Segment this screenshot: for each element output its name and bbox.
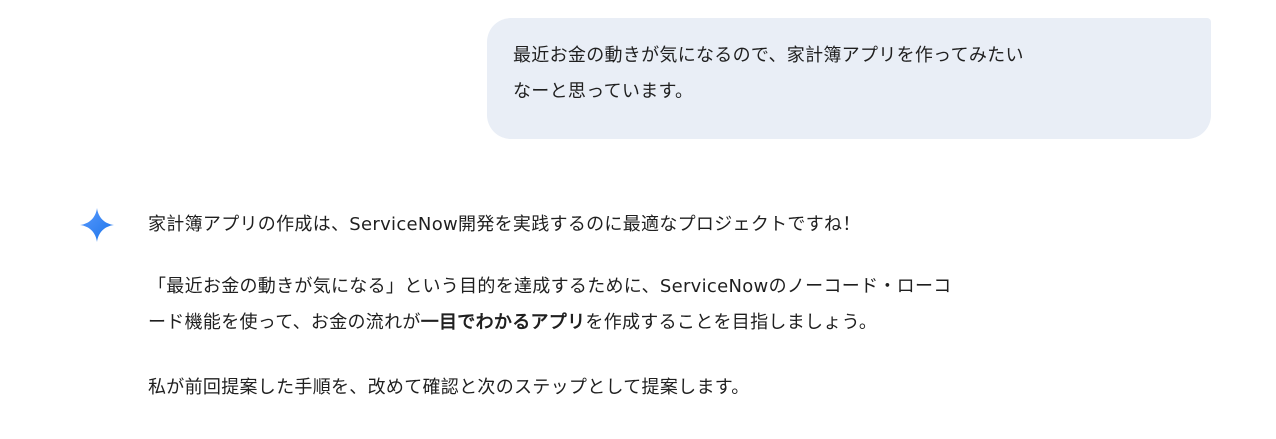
user-message-text: 最近お金の動きが気になるので、家計簿アプリを作ってみたい なーと思っています。	[513, 38, 1185, 110]
response-paragraph-2-line-1: 「最近お金の動きが気になる」という目的を達成するために、ServiceNowのノ…	[148, 276, 952, 297]
user-message-line-1: 最近お金の動きが気になるので、家計簿アプリを作ってみたい	[513, 45, 1024, 66]
gemini-sparkle-icon	[80, 208, 114, 242]
response-paragraph-3: 私が前回提案した手順を、改めて確認と次のステップとして提案します。	[148, 377, 750, 398]
user-message-bubble: 最近お金の動きが気になるので、家計簿アプリを作ってみたい なーと思っています。	[487, 18, 1211, 139]
chat-conversation: 最近お金の動きが気になるので、家計簿アプリを作ってみたい なーと思っています。 …	[0, 0, 1276, 439]
user-message-line-2: なーと思っています。	[513, 81, 694, 102]
response-paragraph-2: 「最近お金の動きが気になる」という目的を達成するために、ServiceNowのノ…	[148, 269, 1238, 341]
response-bold-phrase: 一目でわかるアプリ	[420, 312, 586, 333]
response-paragraph-1: 家計簿アプリの作成は、ServiceNow開発を実践するのに最適なプロジェクトで…	[148, 214, 861, 235]
response-paragraph-2-suffix: を作成することを目指しましょう。	[585, 312, 878, 333]
response-paragraph-2-prefix: ード機能を使って、お金の流れが	[148, 312, 421, 333]
